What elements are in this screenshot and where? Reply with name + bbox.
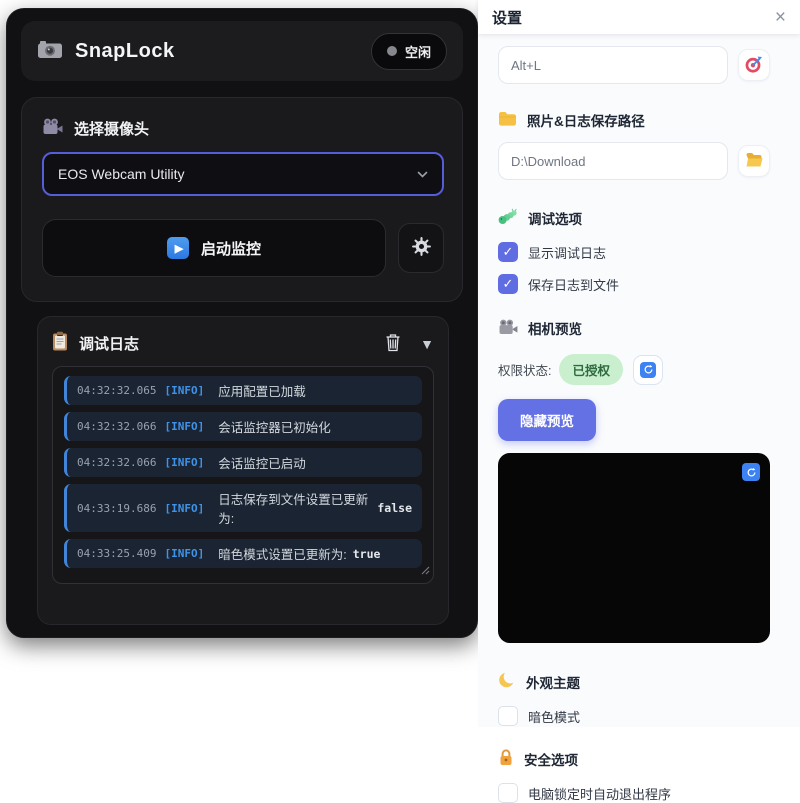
check-icon: ✓ xyxy=(503,244,514,260)
auto-exit-checkbox[interactable] xyxy=(498,783,518,803)
settings-title: 设置 xyxy=(492,7,522,28)
debug-log-card: 调试日志 ▼ xyxy=(37,316,449,625)
preview-section-heading: 相机预览 xyxy=(498,318,770,338)
dark-mode-label: 暗色模式 xyxy=(528,707,580,726)
resize-handle[interactable] xyxy=(420,562,430,580)
clipboard-icon xyxy=(52,331,68,356)
show-debug-log-label: 显示调试日志 xyxy=(528,243,606,262)
collapse-triangle-icon: ▼ xyxy=(420,336,434,352)
camera-card: 选择摄像头 EOS Webcam Utility ▶ 启动监控 xyxy=(21,97,463,302)
open-folder-icon xyxy=(745,152,764,170)
log-entry: 04:32:32.066 [INFO] 会话监控器已初始化 xyxy=(64,412,422,441)
check-icon: ✓ xyxy=(503,276,514,292)
browse-folder-button[interactable] xyxy=(738,145,770,177)
app-title: SnapLock xyxy=(75,40,175,63)
app-panel: SnapLock 空闲 选择摄像头 EOS Webcam Utility xyxy=(6,8,478,638)
save-log-file-checkbox[interactable]: ✓ xyxy=(498,274,518,294)
lock-icon xyxy=(498,748,514,769)
permission-status-badge: 已授权 xyxy=(559,354,623,385)
moon-icon xyxy=(498,671,516,692)
permission-status-label: 权限状态: xyxy=(498,360,551,379)
auto-exit-label: 电脑锁定时自动退出程序 xyxy=(528,784,671,803)
dark-mode-checkbox[interactable] xyxy=(498,706,518,726)
show-debug-log-checkbox[interactable]: ✓ xyxy=(498,242,518,262)
close-icon[interactable]: × xyxy=(775,8,786,27)
log-entry: 04:32:32.065 [INFO] 应用配置已加载 xyxy=(64,376,422,405)
camera-icon xyxy=(37,39,63,64)
bug-icon xyxy=(498,208,518,228)
selected-camera-value: EOS Webcam Utility xyxy=(58,166,185,182)
status-badge: 空闲 xyxy=(371,33,447,70)
app-header: SnapLock 空闲 xyxy=(21,21,463,81)
play-icon: ▶ xyxy=(167,237,189,259)
camera-preview-area xyxy=(498,453,770,643)
camera-section-label: 选择摄像头 xyxy=(42,118,444,139)
status-text: 空闲 xyxy=(405,42,431,61)
settings-header: 设置 × xyxy=(478,0,800,34)
log-entry: 04:33:19.686 [INFO] 日志保存到文件设置已更新为: false xyxy=(64,484,422,532)
movie-camera-icon xyxy=(498,319,518,338)
start-monitor-label: 启动监控 xyxy=(201,238,261,259)
log-entry: 04:32:32.066 [INFO] 会话监控已启动 xyxy=(64,448,422,477)
chevron-down-icon xyxy=(417,166,428,182)
folder-icon xyxy=(498,111,517,129)
save-path-input[interactable] xyxy=(498,142,728,180)
target-icon xyxy=(744,54,764,77)
save-log-file-label: 保存日志到文件 xyxy=(528,275,619,294)
log-entry: 04:33:25.409 [INFO] 暗色模式设置已更新为: true xyxy=(64,539,422,568)
debug-log-title: 调试日志 xyxy=(79,333,139,354)
path-section-heading: 照片&日志保存路径 xyxy=(498,110,770,130)
debug-section-heading: 调试选项 xyxy=(498,208,770,228)
start-monitor-button[interactable]: ▶ 启动监控 xyxy=(42,219,386,277)
refresh-permission-button[interactable] xyxy=(633,355,663,385)
trash-icon xyxy=(384,332,402,355)
preview-refresh-button[interactable] xyxy=(742,463,760,481)
hide-preview-button[interactable]: 隐藏预览 xyxy=(498,399,596,441)
hotkey-input[interactable] xyxy=(498,46,728,84)
settings-gear-button[interactable] xyxy=(398,223,444,273)
settings-panel: 设置 × xyxy=(478,0,800,727)
video-camera-icon xyxy=(42,118,63,139)
clear-log-button[interactable] xyxy=(384,332,402,355)
collapse-log-button[interactable]: ▼ xyxy=(420,336,434,352)
log-output-area[interactable]: 04:32:32.065 [INFO] 应用配置已加载 04:32:32.066… xyxy=(52,366,434,584)
security-section-heading: 安全选项 xyxy=(498,748,770,769)
appearance-section-heading: 外观主题 xyxy=(498,671,770,692)
hotkey-target-button[interactable] xyxy=(738,49,770,81)
gear-icon xyxy=(411,236,432,260)
refresh-icon xyxy=(640,362,656,378)
camera-select-dropdown[interactable]: EOS Webcam Utility xyxy=(42,152,444,196)
status-dot-icon xyxy=(387,46,397,56)
